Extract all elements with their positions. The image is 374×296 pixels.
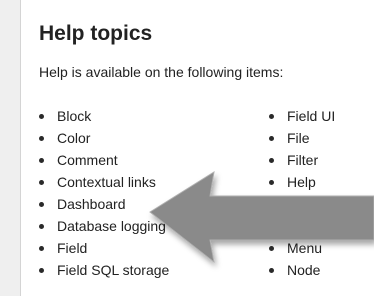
- page-title: Help topics: [39, 22, 153, 45]
- bullet-icon: [39, 202, 44, 207]
- help-topic-link[interactable]: Color: [57, 127, 90, 149]
- help-topic-link[interactable]: Field: [57, 237, 87, 259]
- help-topic-link[interactable]: Contextual links: [57, 171, 156, 193]
- bullet-icon: [39, 224, 44, 229]
- bullet-icon: [269, 202, 274, 207]
- help-topic-link[interactable]: Comment: [57, 149, 118, 171]
- bullet-icon: [269, 246, 274, 251]
- help-topic-link[interactable]: Field UI: [287, 105, 335, 127]
- bullet-icon: [269, 180, 274, 185]
- bullet-icon: [39, 246, 44, 251]
- bullet-icon: [269, 224, 274, 229]
- bullet-icon: [39, 114, 44, 119]
- help-topic-link-dashboard[interactable]: Dashboard: [57, 193, 126, 215]
- bullet-icon: [39, 180, 44, 185]
- bullet-icon: [39, 136, 44, 141]
- bullet-icon: [269, 268, 274, 273]
- help-topic-link[interactable]: Help: [287, 171, 316, 193]
- help-topic-link[interactable]: List: [287, 215, 309, 237]
- intro-text: Help is available on the following items…: [39, 64, 284, 80]
- bullet-icon: [269, 158, 274, 163]
- bullet-icon: [269, 136, 274, 141]
- help-topic-link[interactable]: File: [287, 127, 310, 149]
- help-topic-link[interactable]: Field SQL storage: [57, 259, 169, 281]
- help-topic-link[interactable]: Database logging: [57, 215, 166, 237]
- help-topic-link[interactable]: Menu: [287, 237, 322, 259]
- bullet-icon: [39, 268, 44, 273]
- help-topic-link[interactable]: Node: [287, 259, 320, 281]
- bullet-icon: [39, 158, 44, 163]
- help-topic-link[interactable]: Filter: [287, 149, 318, 171]
- bullet-icon: [269, 114, 274, 119]
- help-page: Help topics Help is available on the fol…: [20, 0, 374, 296]
- help-topic-link[interactable]: Block: [57, 105, 91, 127]
